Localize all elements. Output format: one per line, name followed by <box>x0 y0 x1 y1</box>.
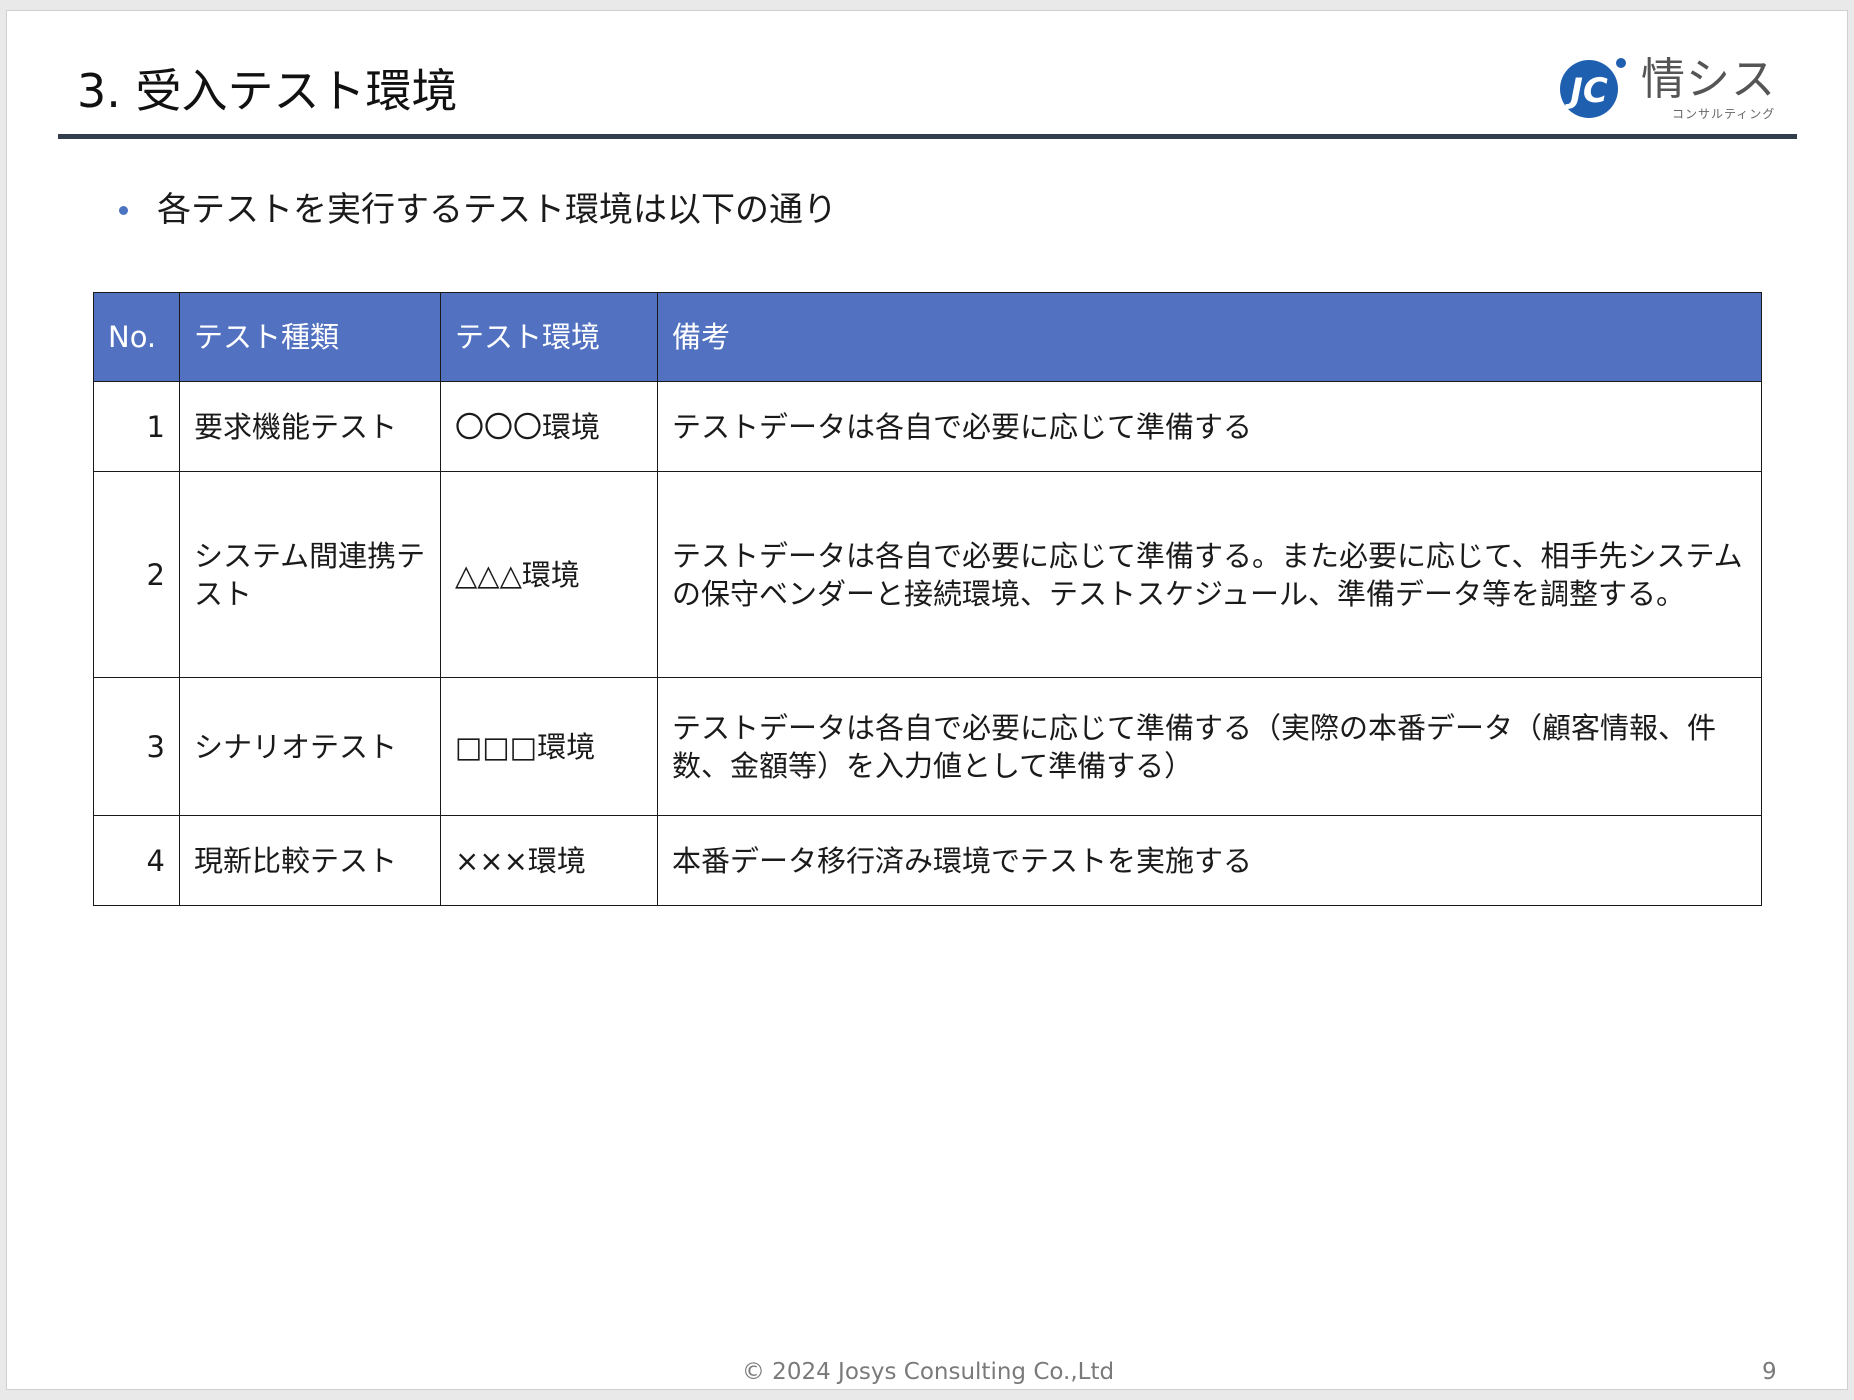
table-row: 2 システム間連携テスト △△△環境 テストデータは各自で必要に応じて準備する。… <box>93 471 1762 678</box>
bullet-text: 各テストを実行するテスト環境は以下の通り <box>157 190 837 230</box>
header-notes: 備考 <box>657 292 1762 382</box>
row-number: 3 <box>93 677 180 816</box>
header-test-type: テスト種類 <box>179 292 441 382</box>
notes-cell: テストデータは各自で必要に応じて準備する <box>657 381 1762 472</box>
copyright-footer: © 2024 Josys Consulting Co.,Ltd <box>741 1359 1115 1385</box>
table-header-row: No. テスト種類 テスト環境 備考 <box>93 292 1762 382</box>
test-type-cell: システム間連携テスト <box>179 471 441 678</box>
row-number: 1 <box>93 381 180 472</box>
page-title: 3. 受入テスト環境 <box>77 64 458 118</box>
notes-cell: テストデータは各自で必要に応じて準備する（実際の本番データ（顧客情報、件数、金額… <box>657 677 1762 816</box>
notes-cell: 本番データ移行済み環境でテストを実施する <box>657 815 1762 906</box>
company-logo: JC 情シス コンサルティング <box>1557 49 1797 129</box>
test-env-cell: 〇〇〇環境 <box>440 381 658 472</box>
test-type-cell: 要求機能テスト <box>179 381 441 472</box>
test-environment-table: No. テスト種類 テスト環境 備考 1 要求機能テスト 〇〇〇環境 テストデー… <box>93 292 1762 906</box>
page-number: 9 <box>1762 1359 1777 1385</box>
bullet-item: 各テストを実行するテスト環境は以下の通り <box>119 187 837 233</box>
test-env-cell: ×××環境 <box>440 815 658 906</box>
header-no: No. <box>93 292 180 382</box>
test-type-cell: 現新比較テスト <box>179 815 441 906</box>
slide: 3. 受入テスト環境 JC 情シス コンサルティング 各テストを実行するテスト環… <box>6 10 1848 1390</box>
row-number: 4 <box>93 815 180 906</box>
notes-cell: テストデータは各自で必要に応じて準備する。また必要に応じて、相手先システムの保守… <box>657 471 1762 678</box>
test-env-cell: □□□環境 <box>440 677 658 816</box>
title-divider <box>58 134 1797 139</box>
table-row: 1 要求機能テスト 〇〇〇環境 テストデータは各自で必要に応じて準備する <box>93 381 1762 472</box>
logo-subtext: コンサルティング <box>1672 107 1776 121</box>
logo-text: 情シス <box>1641 54 1776 105</box>
table-row: 3 シナリオテスト □□□環境 テストデータは各自で必要に応じて準備する（実際の… <box>93 677 1762 816</box>
bullet-dot-icon <box>119 205 128 215</box>
header-test-env: テスト環境 <box>440 292 658 382</box>
row-number: 2 <box>93 471 180 678</box>
table-row: 4 現新比較テスト ×××環境 本番データ移行済み環境でテストを実施する <box>93 815 1762 906</box>
test-type-cell: シナリオテスト <box>179 677 441 816</box>
test-env-cell: △△△環境 <box>440 471 658 678</box>
jc-circle-logo-icon: JC <box>1560 58 1626 118</box>
logo-mark-letters: JC <box>1564 71 1608 111</box>
